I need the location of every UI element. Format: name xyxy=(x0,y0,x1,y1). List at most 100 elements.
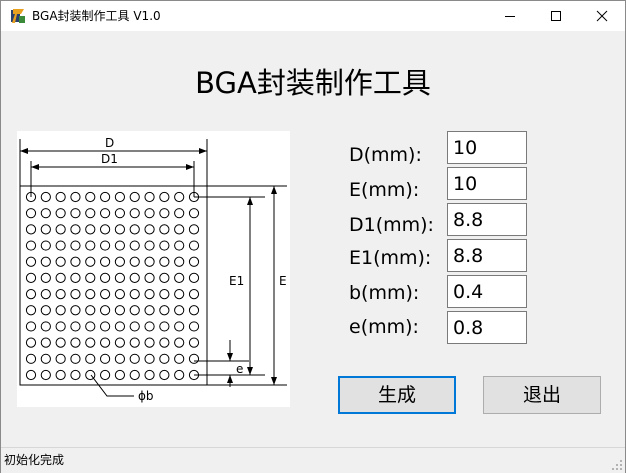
solder-ball xyxy=(40,256,51,267)
status-text: 初始化完成 xyxy=(4,453,65,467)
resize-grip-icon[interactable] xyxy=(611,459,623,471)
solder-ball xyxy=(129,305,140,316)
solder-ball xyxy=(159,337,170,348)
label-e1: E1(mm): xyxy=(349,247,432,269)
solder-ball xyxy=(129,321,140,332)
solder-ball xyxy=(70,321,81,332)
solder-ball xyxy=(40,288,51,300)
solder-ball xyxy=(188,305,200,316)
solder-ball xyxy=(174,240,185,251)
label-pitch: e(mm): xyxy=(349,316,419,338)
solder-ball xyxy=(25,369,37,381)
solder-ball xyxy=(188,353,200,364)
solder-ball xyxy=(114,337,126,348)
d1-field[interactable] xyxy=(447,203,527,236)
solder-ball xyxy=(55,208,66,219)
solder-ball xyxy=(70,208,81,219)
solder-ball xyxy=(85,240,96,251)
solder-ball xyxy=(25,353,37,364)
solder-ball xyxy=(144,240,155,251)
solder-ball xyxy=(114,353,126,364)
solder-ball xyxy=(159,353,170,364)
solder-ball xyxy=(144,321,155,332)
solder-ball xyxy=(70,353,81,364)
solder-ball xyxy=(129,256,140,267)
d-field[interactable] xyxy=(447,131,527,164)
solder-ball xyxy=(159,208,170,219)
solder-ball xyxy=(174,288,185,300)
status-bar: 初始化完成 xyxy=(1,447,625,473)
solder-ball xyxy=(99,224,111,235)
solder-ball xyxy=(55,321,66,332)
solder-ball xyxy=(114,256,126,267)
close-icon xyxy=(596,10,608,22)
solder-ball xyxy=(188,321,200,332)
title-bar[interactable]: BGA封装制作工具 V1.0 xyxy=(1,1,625,31)
solder-ball xyxy=(70,369,81,381)
solder-ball xyxy=(144,305,155,316)
exit-button[interactable]: 退出 xyxy=(483,376,601,414)
minimize-icon xyxy=(505,16,515,17)
solder-ball xyxy=(40,321,51,332)
solder-ball xyxy=(25,224,37,235)
solder-ball xyxy=(55,272,66,284)
maximize-button[interactable] xyxy=(533,1,579,31)
solder-ball xyxy=(40,369,51,381)
solder-ball xyxy=(159,240,170,251)
solder-ball xyxy=(70,191,81,203)
solder-ball xyxy=(129,369,140,381)
solder-ball xyxy=(85,256,96,267)
generate-button[interactable]: 生成 xyxy=(338,376,456,414)
solder-ball xyxy=(129,240,140,251)
solder-ball xyxy=(159,224,170,235)
solder-ball xyxy=(159,272,170,284)
solder-ball xyxy=(25,256,37,267)
e1-field[interactable] xyxy=(447,239,527,272)
minimize-button[interactable] xyxy=(487,1,533,31)
window-title: BGA封装制作工具 V1.0 xyxy=(32,9,161,23)
solder-ball xyxy=(85,305,96,316)
solder-ball xyxy=(55,337,66,348)
solder-ball xyxy=(70,288,81,300)
solder-ball xyxy=(129,208,140,219)
solder-ball xyxy=(25,305,37,316)
solder-ball xyxy=(188,240,200,251)
solder-ball xyxy=(85,191,96,203)
b-field[interactable] xyxy=(447,275,527,308)
solder-ball xyxy=(85,208,96,219)
label-d1: D1(mm): xyxy=(349,214,434,236)
solder-ball xyxy=(174,208,185,219)
solder-ball xyxy=(85,337,96,348)
close-button[interactable] xyxy=(579,1,625,31)
solder-ball xyxy=(188,288,200,300)
solder-ball xyxy=(25,240,37,251)
page-title: BGA封装制作工具 xyxy=(195,66,431,100)
solder-ball xyxy=(25,321,37,332)
solder-ball xyxy=(40,272,51,284)
solder-ball xyxy=(174,337,185,348)
label-b: b(mm): xyxy=(349,282,420,304)
solder-ball xyxy=(159,256,170,267)
e-field[interactable] xyxy=(447,167,527,200)
solder-ball xyxy=(174,321,185,332)
solder-ball xyxy=(114,191,126,203)
solder-ball xyxy=(129,337,140,348)
solder-ball xyxy=(129,224,140,235)
solder-ball xyxy=(144,191,155,203)
solder-ball xyxy=(114,240,126,251)
solder-ball xyxy=(174,369,185,381)
solder-ball xyxy=(40,240,51,251)
solder-ball xyxy=(188,272,200,284)
solder-ball xyxy=(85,353,96,364)
solder-ball xyxy=(188,208,200,219)
label-e: E(mm): xyxy=(349,179,420,201)
solder-ball xyxy=(129,191,140,203)
solder-ball xyxy=(99,321,111,332)
solder-ball xyxy=(70,240,81,251)
solder-ball xyxy=(144,256,155,267)
pitch-field[interactable] xyxy=(447,311,527,344)
solder-ball xyxy=(40,208,51,219)
solder-ball xyxy=(99,337,111,348)
solder-ball xyxy=(114,321,126,332)
ball-array xyxy=(25,191,200,381)
